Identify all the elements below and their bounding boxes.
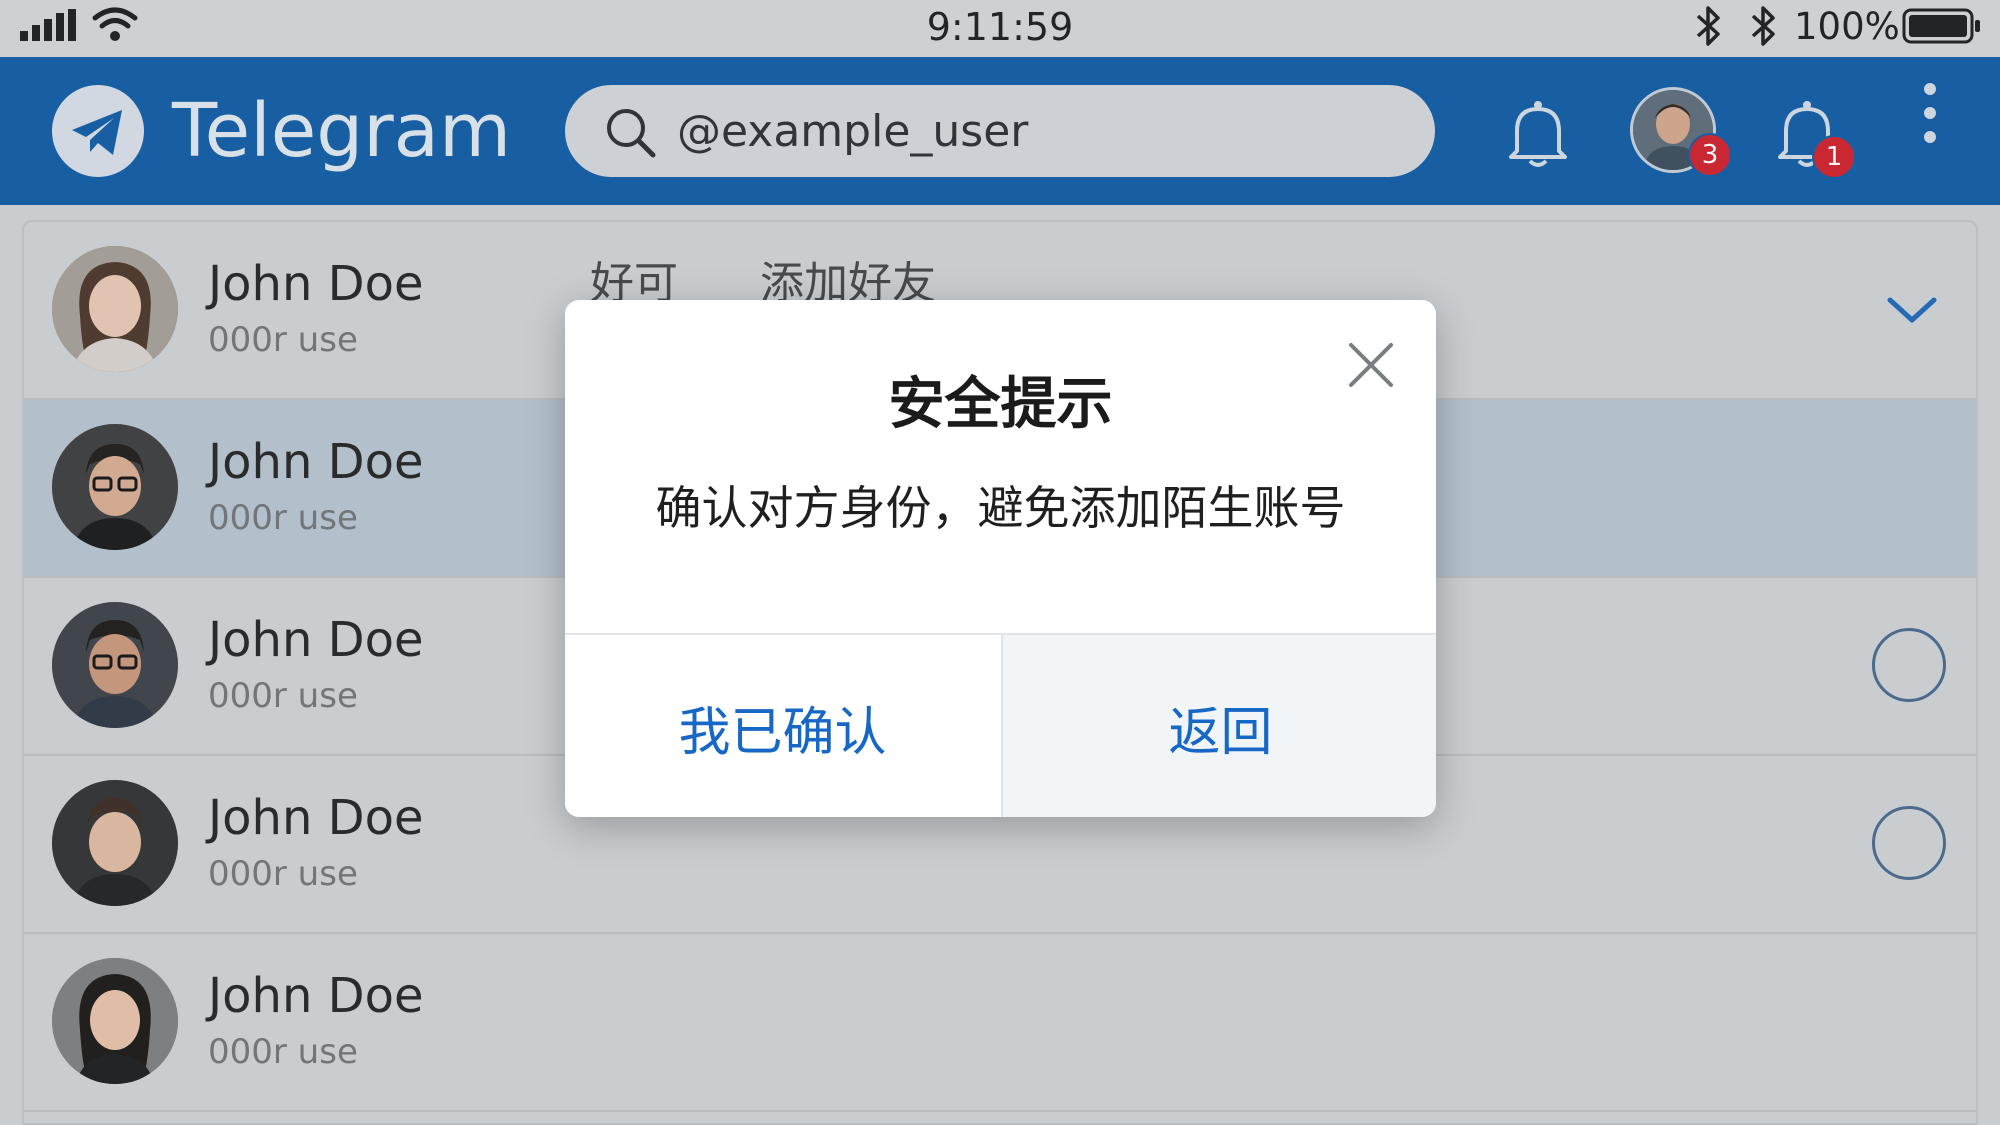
dialog-footer: 我已确认 返回 xyxy=(565,633,1436,817)
security-alert-dialog: 安全提示 确认对方身份，避免添加陌生账号 我已确认 返回 xyxy=(565,300,1436,817)
confirm-button[interactable]: 我已确认 xyxy=(565,635,1000,817)
dialog-title: 安全提示 xyxy=(888,372,1113,437)
back-button[interactable]: 返回 xyxy=(1001,635,1436,817)
dialog-message: 确认对方身份，避免添加陌生账号 xyxy=(655,481,1346,535)
